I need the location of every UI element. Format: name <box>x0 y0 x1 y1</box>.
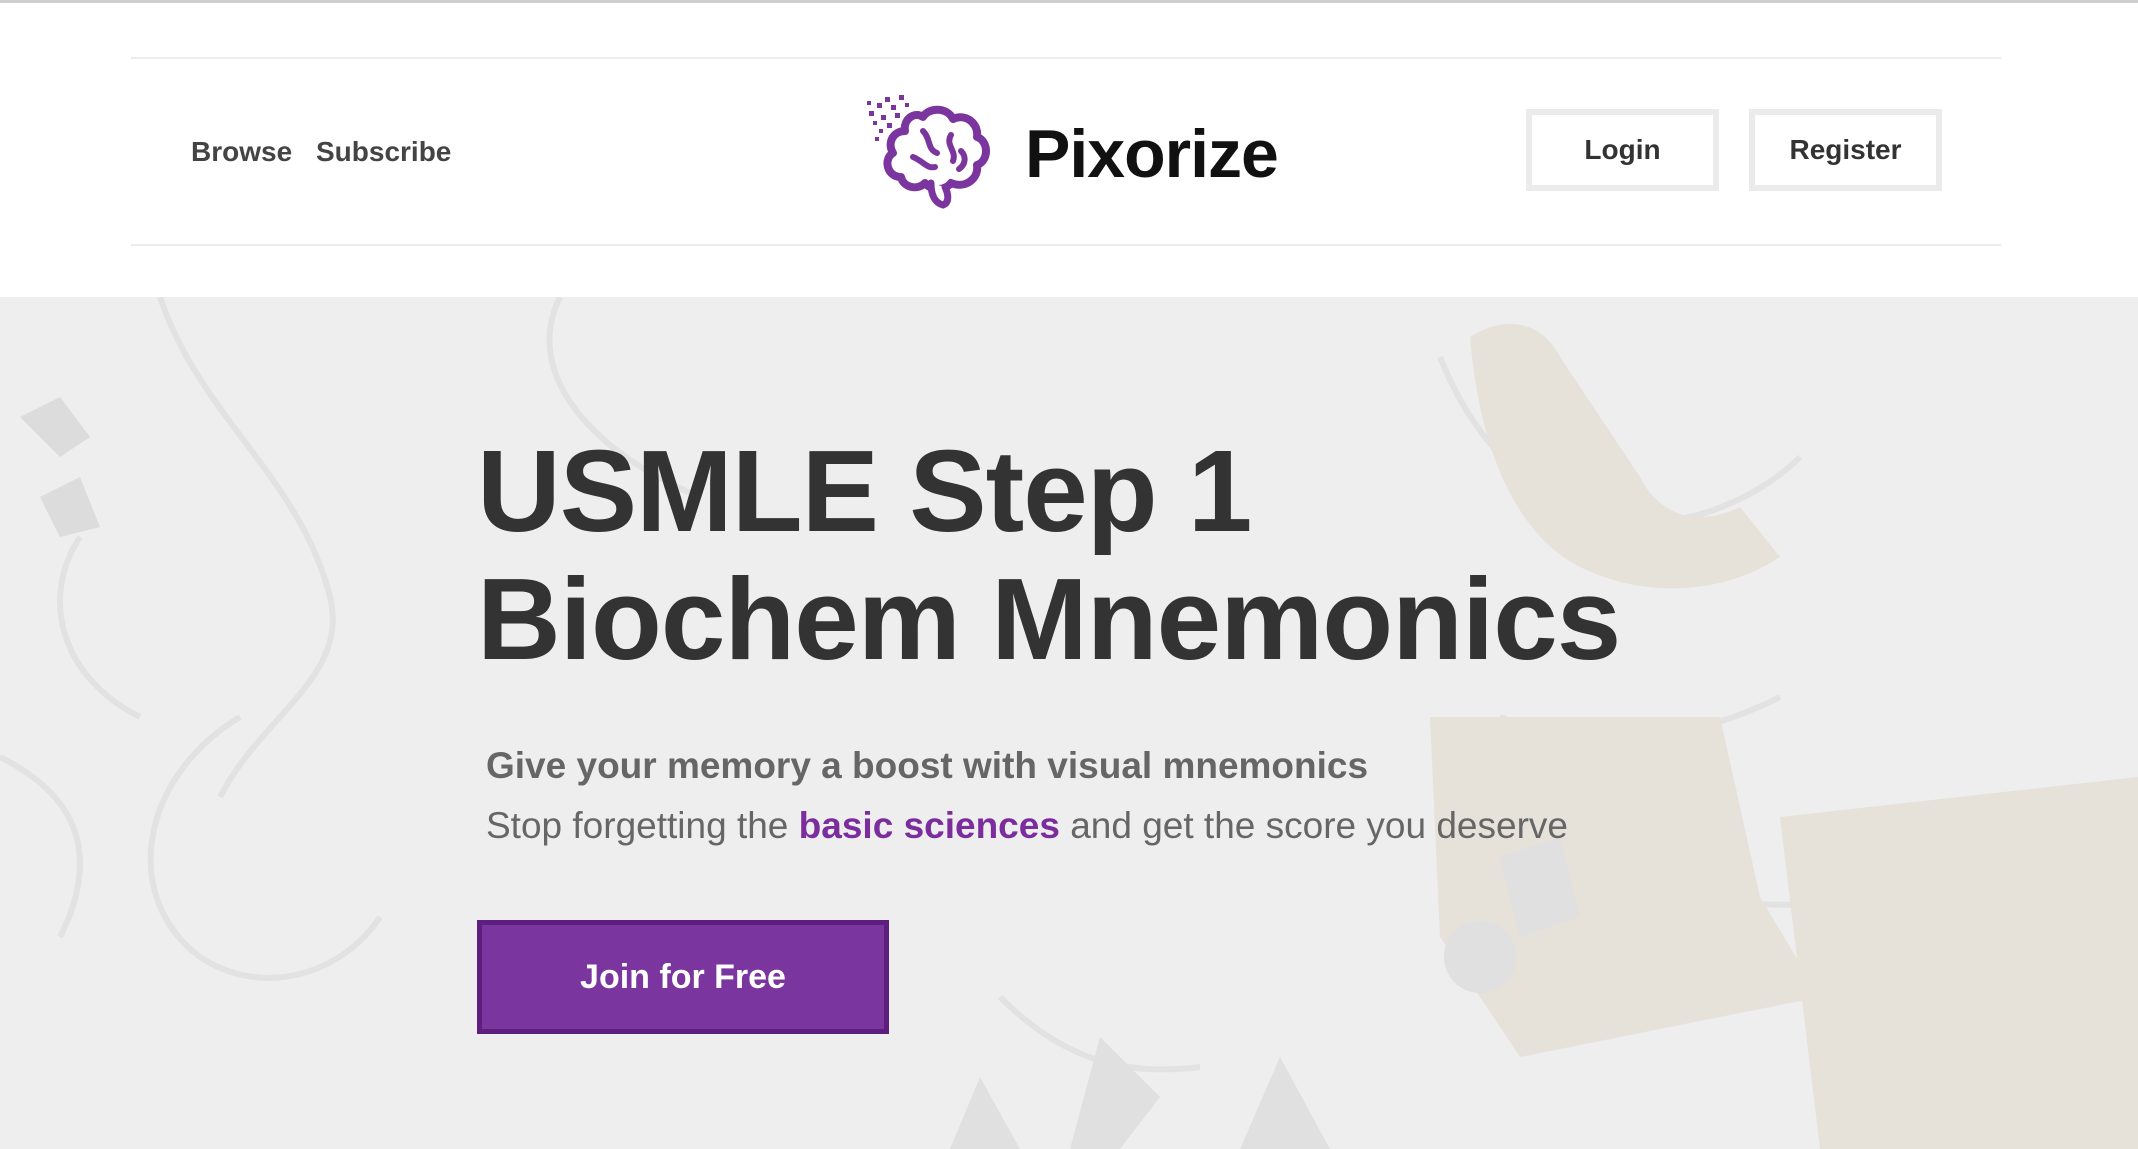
nav-browse-link[interactable]: Browse <box>191 136 292 168</box>
hero-tagline-start: Stop forgetting the <box>486 805 799 846</box>
hero-tagline-end: and get the score you deserve <box>1059 805 1568 846</box>
hero-section: USMLE Step 1 Biochem Mnemonics Give your… <box>0 297 2138 1149</box>
join-for-free-button[interactable]: Join for Free <box>477 920 889 1034</box>
site-header: Browse Subscribe Pixorize Login Register <box>0 3 2138 297</box>
hero-title: USMLE Step 1 Biochem Mnemonics <box>477 426 1621 684</box>
nav-subscribe-link[interactable]: Subscribe <box>316 136 451 168</box>
register-button[interactable]: Register <box>1749 109 1942 191</box>
hero-title-line-2: Biochem Mnemonics <box>477 554 1621 684</box>
basic-sciences-link[interactable]: basic sciences <box>799 805 1060 846</box>
hero-background-illustration <box>0 297 2138 1149</box>
hero-tagline: Stop forgetting the basic sciences and g… <box>486 805 1568 847</box>
brand-name: Pixorize <box>1025 116 1279 192</box>
brain-icon <box>867 95 990 209</box>
header-divider-bottom <box>131 244 2001 246</box>
site-logo[interactable]: Pixorize <box>865 91 1285 211</box>
header-divider-top <box>131 57 2001 59</box>
login-button[interactable]: Login <box>1526 109 1719 191</box>
hero-subtitle: Give your memory a boost with visual mne… <box>486 745 1369 786</box>
hero-title-line-1: USMLE Step 1 <box>477 426 1252 556</box>
